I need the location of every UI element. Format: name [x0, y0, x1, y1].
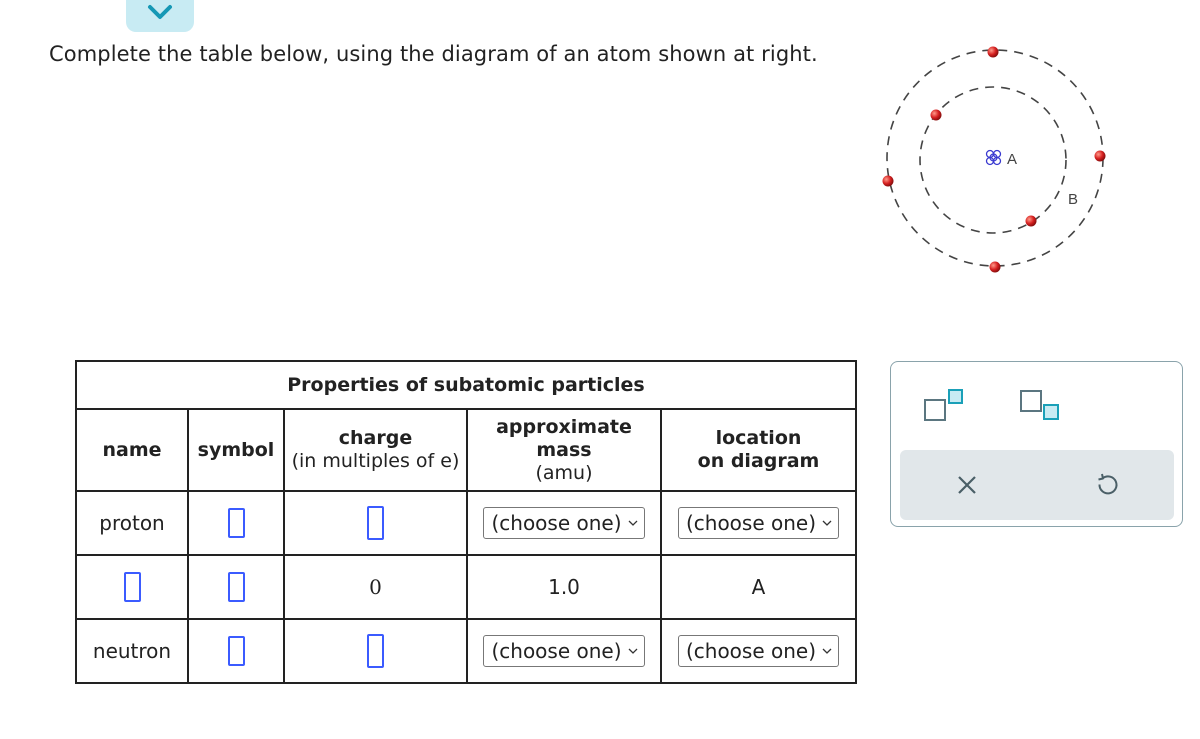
particle-symbol-input[interactable]: [227, 572, 245, 602]
table-row: neutron (choose one) (choose one): [75, 618, 857, 684]
undo-icon: [1098, 473, 1118, 495]
electron: [930, 109, 942, 121]
electron: [989, 261, 1001, 273]
header-name: name: [75, 408, 189, 492]
undo-button[interactable]: [1095, 472, 1119, 502]
header-location: location on diagram: [660, 408, 857, 492]
neutron-symbol-input[interactable]: [227, 636, 245, 666]
electron: [987, 46, 999, 58]
particle-name-input[interactable]: [123, 572, 141, 602]
toolbox-action-bar: [900, 450, 1174, 520]
table-title: Properties of subatomic particles: [75, 360, 857, 410]
label-b: B: [1068, 191, 1078, 208]
chevron-down-icon: [148, 5, 172, 19]
chevron-down-icon: [822, 648, 832, 654]
close-icon: [958, 476, 976, 494]
superscript-button[interactable]: [923, 388, 965, 428]
electron: [1094, 150, 1106, 162]
particle-charge: 0: [283, 554, 468, 620]
header-charge: charge (in multiples of e): [283, 408, 468, 492]
atom-diagram: A B: [870, 30, 1130, 290]
clear-button[interactable]: [955, 473, 979, 501]
particle-mass: 1.0: [466, 554, 662, 620]
table-row: 0 1.0 A: [75, 554, 857, 620]
neutron-mass-select[interactable]: (choose one): [483, 635, 645, 667]
question-prompt: Complete the table below, using the diag…: [49, 42, 818, 66]
table-row: proton (choose one) (choose one): [75, 490, 857, 556]
neutron-location-select[interactable]: (choose one): [677, 635, 840, 667]
answer-toolbox: [890, 361, 1183, 527]
subatomic-properties-table: Properties of subatomic particles name s…: [75, 360, 857, 684]
collapse-button[interactable]: [126, 0, 194, 32]
electron: [882, 175, 894, 187]
neutron-name: neutron: [75, 618, 189, 684]
chevron-down-icon: [822, 520, 832, 526]
chevron-down-icon: [628, 520, 637, 526]
superscript-icon: [924, 389, 963, 421]
subscript-icon: [1020, 390, 1059, 420]
proton-location-select[interactable]: (choose one): [677, 507, 840, 539]
proton-charge-input[interactable]: [367, 506, 384, 540]
chevron-down-icon: [628, 648, 637, 654]
subscript-button[interactable]: [1019, 388, 1061, 428]
proton-mass-select[interactable]: (choose one): [483, 507, 645, 539]
proton-symbol-input[interactable]: [227, 508, 245, 538]
neutron-charge-input[interactable]: [367, 634, 384, 668]
label-a: A: [1007, 151, 1017, 168]
electron: [1025, 215, 1037, 227]
proton-name: proton: [75, 490, 189, 556]
nucleus-icon: [985, 149, 1002, 166]
particle-location: A: [660, 554, 857, 620]
header-mass: approximate mass (amu): [466, 408, 662, 492]
header-symbol: symbol: [187, 408, 285, 492]
